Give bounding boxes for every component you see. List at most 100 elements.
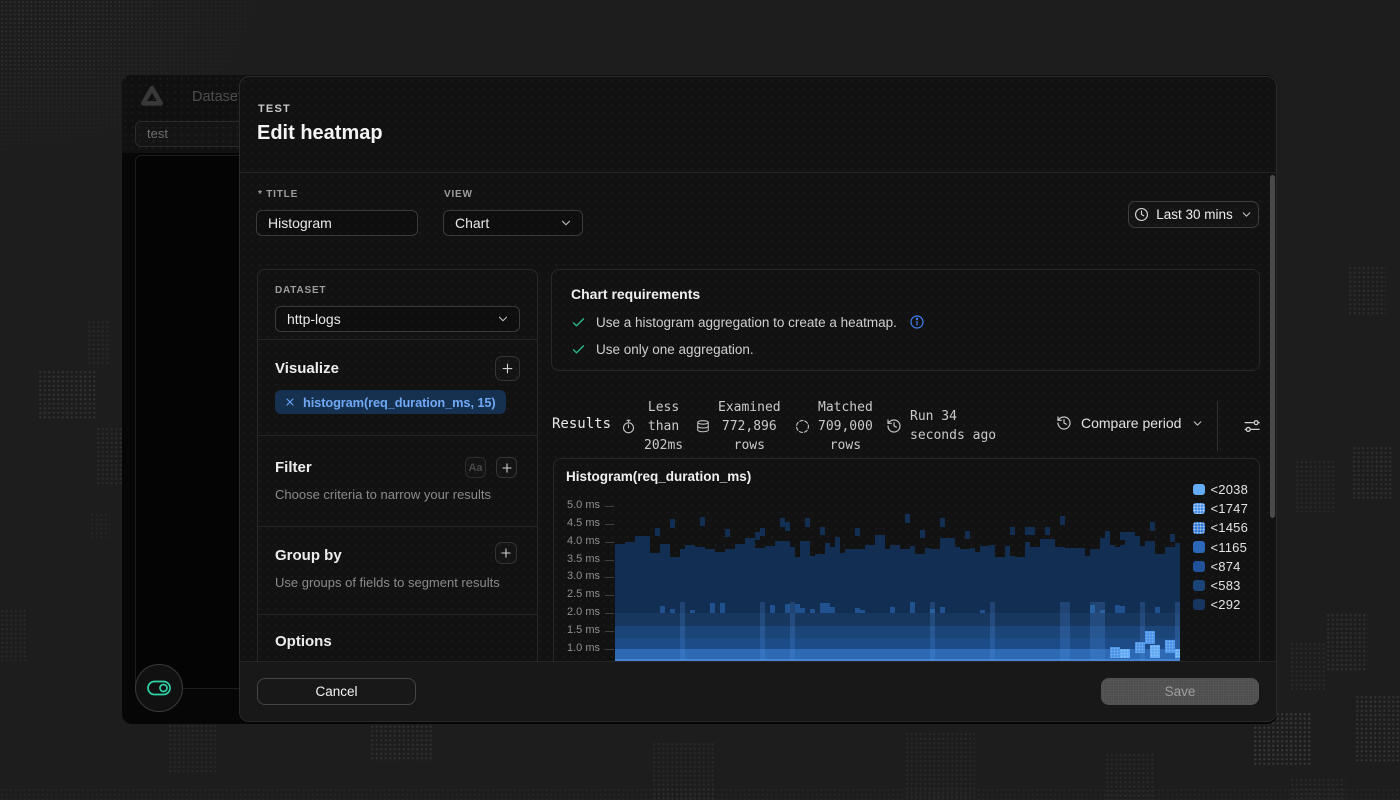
feature-toggle-button[interactable] bbox=[135, 664, 183, 712]
heatmap-cell bbox=[1155, 607, 1160, 613]
heatmap-streak bbox=[1175, 602, 1180, 668]
heatmap-cell bbox=[670, 609, 675, 613]
remove-visualization-icon[interactable] bbox=[284, 396, 296, 408]
heatmap-cell bbox=[1175, 649, 1180, 658]
y-tick-mark bbox=[605, 542, 614, 543]
y-tick-label: 3.0 ms bbox=[554, 570, 600, 582]
heatmap-cell bbox=[670, 519, 675, 528]
heatmap-cell bbox=[805, 518, 810, 527]
cancel-button[interactable]: Cancel bbox=[257, 678, 416, 705]
add-filter-button[interactable] bbox=[496, 457, 517, 478]
chevron-down-icon bbox=[559, 216, 573, 230]
heatmap-plot[interactable] bbox=[615, 499, 1180, 668]
query-stat-text: Less than 202ms bbox=[644, 398, 683, 455]
y-tick-mark bbox=[605, 506, 614, 507]
history-icon bbox=[1056, 415, 1072, 431]
dot-pattern-decoration bbox=[168, 724, 216, 774]
add-visualization-button[interactable] bbox=[495, 356, 520, 381]
chevron-down-icon bbox=[496, 312, 510, 326]
info-icon[interactable] bbox=[909, 314, 925, 330]
axiom-logo-icon bbox=[140, 84, 164, 108]
y-tick-label: 4.0 ms bbox=[554, 535, 600, 547]
visualization-chip[interactable]: histogram(req_duration_ms, 15) bbox=[275, 390, 506, 414]
y-tick-mark bbox=[605, 577, 614, 578]
results-label: Results bbox=[552, 416, 611, 432]
heatmap-cell bbox=[760, 528, 765, 536]
heatmap-cell bbox=[1045, 527, 1050, 535]
heatmap-cell bbox=[1060, 516, 1065, 525]
heatmap-cell bbox=[965, 531, 970, 539]
time-range-button[interactable]: Last 30 mins bbox=[1128, 201, 1259, 228]
modal-header: TEST Edit heatmap bbox=[240, 77, 1276, 173]
query-stat-text: Run 34 seconds ago bbox=[910, 407, 996, 445]
save-button[interactable]: Save bbox=[1101, 678, 1259, 705]
dataset-search-item[interactable]: test bbox=[135, 121, 247, 147]
modal-title: Edit heatmap bbox=[257, 122, 383, 145]
compare-period-button[interactable]: Compare period bbox=[1056, 415, 1204, 431]
dot-pattern-decoration bbox=[905, 732, 975, 800]
toggle-icon bbox=[146, 677, 172, 699]
groupby-section-title: Group by bbox=[275, 547, 342, 564]
filter-description: Choose criteria to narrow your results bbox=[275, 487, 491, 502]
heatmap-cell bbox=[1105, 531, 1110, 539]
modal-eyebrow: TEST bbox=[258, 103, 291, 115]
clock-icon bbox=[1134, 207, 1149, 222]
legend-item: <583 bbox=[1193, 578, 1241, 593]
app-nav-title: Dataset bbox=[192, 89, 242, 105]
dataset-select-value: http-logs bbox=[287, 307, 341, 331]
divider bbox=[258, 435, 537, 436]
heatmap-cell bbox=[1030, 527, 1035, 535]
y-tick-label: 3.5 ms bbox=[554, 553, 600, 565]
database-icon bbox=[696, 419, 710, 434]
heatmap-cell bbox=[1120, 649, 1130, 658]
dataset-select[interactable]: http-logs bbox=[275, 306, 520, 332]
y-tick-mark bbox=[605, 649, 614, 650]
filter-case-button[interactable]: Aa bbox=[465, 457, 486, 478]
dot-pattern-decoration bbox=[1348, 266, 1386, 316]
heatmap-cell bbox=[1135, 642, 1145, 653]
histogram-chart-panel: Histogram(req_duration_ms) 5.0 ms4.5 ms4… bbox=[553, 458, 1260, 668]
query-stat-text: Matched 709,000 rows bbox=[818, 398, 873, 455]
legend-label: <874 bbox=[1211, 559, 1241, 574]
legend-item: <1747 bbox=[1193, 501, 1248, 516]
heatmap-cell bbox=[1110, 647, 1120, 658]
heatmap-cell bbox=[1120, 606, 1125, 613]
target-icon bbox=[795, 419, 810, 434]
chart-requirements-title: Chart requirements bbox=[571, 286, 700, 302]
title-input[interactable]: Histogram bbox=[256, 210, 418, 236]
query-stat: Less than 202ms bbox=[621, 399, 683, 453]
divider bbox=[258, 339, 537, 340]
divider bbox=[1217, 401, 1218, 451]
dot-pattern-decoration bbox=[1355, 695, 1400, 763]
filter-section-title: Filter bbox=[275, 459, 312, 476]
y-tick-mark bbox=[605, 613, 614, 614]
dot-pattern-decoration bbox=[1352, 446, 1392, 501]
query-stat-text: Examined 772,896 rows bbox=[718, 398, 781, 455]
heatmap-cell bbox=[940, 518, 945, 527]
heatmap-cell bbox=[1130, 532, 1135, 540]
scrollbar-thumb[interactable] bbox=[1270, 175, 1275, 518]
visualize-section-title: Visualize bbox=[275, 360, 339, 377]
legend-swatch bbox=[1193, 599, 1205, 611]
compare-period-label: Compare period bbox=[1081, 415, 1181, 431]
dataset-list-panel bbox=[135, 155, 247, 689]
groupby-description: Use groups of fields to segment results bbox=[275, 575, 500, 590]
heatmap-cell bbox=[770, 605, 775, 614]
chart-options-button[interactable] bbox=[1243, 417, 1261, 435]
legend-swatch bbox=[1193, 484, 1205, 496]
visualization-chip-label: histogram(req_duration_ms, 15) bbox=[303, 395, 496, 410]
view-select[interactable]: Chart bbox=[443, 210, 583, 236]
heatmap-cell bbox=[725, 529, 730, 537]
y-tick-label: 1.5 ms bbox=[554, 624, 600, 636]
divider bbox=[258, 614, 537, 615]
requirement-text: Use a histogram aggregation to create a … bbox=[596, 315, 897, 330]
legend-swatch bbox=[1193, 580, 1205, 592]
query-builder-panel: DATASET http-logs Visualize histogram(re… bbox=[257, 269, 538, 689]
heatmap-cell bbox=[890, 607, 895, 613]
dot-pattern-decoration bbox=[0, 788, 1400, 800]
heatmap-streak bbox=[1100, 602, 1105, 668]
add-groupby-button[interactable] bbox=[495, 542, 517, 564]
dot-pattern-decoration bbox=[90, 513, 110, 538]
time-range-label: Last 30 mins bbox=[1156, 207, 1233, 222]
y-tick-mark bbox=[605, 524, 614, 525]
